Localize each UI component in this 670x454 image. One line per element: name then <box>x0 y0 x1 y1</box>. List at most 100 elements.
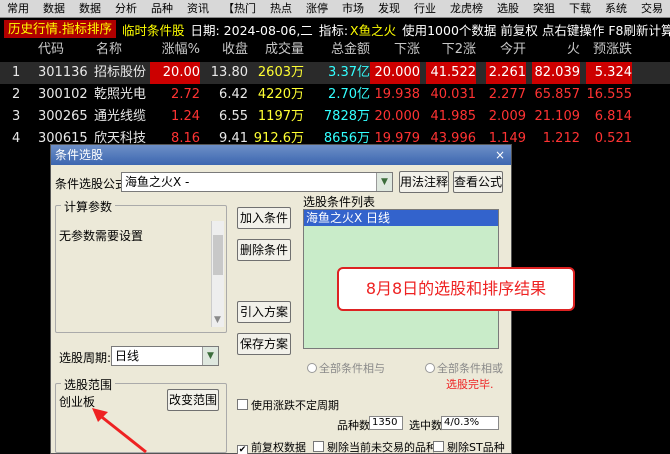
menu-item[interactable]: 数据 <box>72 0 108 17</box>
menu-item[interactable]: 常用 <box>0 0 36 17</box>
radio-and-icon[interactable] <box>307 363 317 373</box>
chevron-down-icon[interactable]: ▼ <box>202 347 218 365</box>
exclude-st-check-icon[interactable] <box>433 441 444 452</box>
import-scheme-button[interactable]: 引入方案 <box>237 301 291 323</box>
dialog-title: 条件选股 <box>55 148 104 162</box>
menu-item[interactable]: 下载 <box>562 0 598 17</box>
table-row[interactable]: 3 300265 通光线缆 1.24 6.55 1197万 7828万 20.000 41.98… <box>0 106 670 128</box>
menu-item[interactable]: 【热门 <box>216 0 263 17</box>
col-amt[interactable]: 总金额 <box>318 40 370 60</box>
cell-code: 300265 <box>38 109 88 124</box>
radio-or-icon[interactable] <box>425 363 435 373</box>
cell-chg: 2.72 <box>171 87 200 102</box>
col-name[interactable]: 名称 <box>96 40 122 60</box>
menu-item[interactable]: 品种 <box>144 0 180 17</box>
radio-or-label: 全部条件相或 <box>437 362 503 375</box>
table-row[interactable]: 1 301136 招标股份 20.00 13.80 2603万 3.37亿 20.000 41.… <box>0 62 670 84</box>
col-open[interactable]: 今开 <box>490 40 526 60</box>
col-d2[interactable]: 下2涨 <box>434 40 476 60</box>
menu-item[interactable]: 数据 <box>36 0 72 17</box>
fq-check-icon[interactable]: ✔ <box>237 445 248 454</box>
params-group-caption: 计算参数 <box>61 198 116 215</box>
menu-item[interactable]: 突狙 <box>526 0 562 17</box>
add-condition-button[interactable]: 加入条件 <box>237 207 291 229</box>
menu-item[interactable]: 系统 <box>598 0 634 17</box>
date-label: 日期: 2024-08-06,二 <box>190 22 313 38</box>
exclude-untraded-checkbox[interactable]: 剔除当前未交易的品种 <box>313 439 437 454</box>
dialog-title-bar[interactable]: 条件选股 × <box>51 145 511 165</box>
menu-item[interactable]: 发现 <box>371 0 407 17</box>
col-fire[interactable]: 火 <box>556 40 580 60</box>
menu-item[interactable]: 涨停 <box>299 0 335 17</box>
cell-d1: 20.000 <box>374 109 421 124</box>
history-sort-badge[interactable]: 历史行情.指标排序 <box>4 20 116 38</box>
formula-select[interactable]: 海鱼之火X - ▼ <box>121 172 393 192</box>
view-formula-button[interactable]: 查看公式 <box>453 171 503 193</box>
cell-name: 通光线缆 <box>94 109 147 124</box>
close-icon[interactable]: × <box>495 147 505 163</box>
exclude-untraded-check-icon[interactable] <box>313 441 324 452</box>
menu-item[interactable]: 选股 <box>490 0 526 17</box>
change-range-button[interactable]: 改变范围 <box>167 389 219 411</box>
chevron-down-icon[interactable]: ▼ <box>376 173 392 191</box>
cell-d2: 41.522 <box>426 62 476 84</box>
table-header: 代码 名称 涨幅% 收盘 成交量 总金额 下涨 下2涨 今开 火 预涨跌 <box>0 40 670 60</box>
period-select[interactable]: 日线 ▼ <box>111 346 219 366</box>
fq-label: 前复权数据 <box>251 441 306 454</box>
radio-and[interactable]: 全部条件相与 <box>307 360 385 376</box>
col-pred[interactable]: 预涨跌 <box>590 40 632 60</box>
exclude-st-label: 剔除ST品种 <box>447 441 505 454</box>
col-vol[interactable]: 成交量 <box>252 40 304 60</box>
scroll-down-icon[interactable]: ▼ <box>214 315 221 325</box>
condition-list-item[interactable]: 海鱼之火X 日线 <box>304 210 498 226</box>
cell-d2: 40.031 <box>430 87 477 102</box>
cell-pred: 16.555 <box>586 87 633 102</box>
delete-condition-button[interactable]: 删除条件 <box>237 239 291 261</box>
menu-item[interactable]: 交易 <box>634 0 670 17</box>
cell-vol: 2603万 <box>257 65 304 80</box>
cell-d1: 20.000 <box>370 62 420 84</box>
menu-item[interactable]: 分析 <box>108 0 144 17</box>
count-label: 品种数 <box>337 419 370 432</box>
col-d1[interactable]: 下涨 <box>380 40 420 60</box>
exclude-st-checkbox[interactable]: 剔除ST品种 <box>433 439 505 454</box>
selected-value: 4/0.3% <box>441 416 499 430</box>
cell-vol: 1197万 <box>257 109 304 124</box>
cell-close: 13.80 <box>210 65 248 80</box>
cell-name: 乾照光电 <box>94 87 147 102</box>
col-close[interactable]: 收盘 <box>208 40 248 60</box>
params-text: 无参数需要设置 <box>59 229 144 243</box>
menu-item[interactable]: 行业 <box>407 0 443 17</box>
col-chg[interactable]: 涨幅% <box>150 40 200 60</box>
cell-close: 6.55 <box>219 109 248 124</box>
params-scrollbar[interactable]: ▼ <box>211 221 224 327</box>
params-scroll-thumb[interactable] <box>213 235 223 275</box>
use-period-check-icon[interactable] <box>237 399 248 410</box>
formula-value: 海鱼之火X - <box>125 175 190 189</box>
cell-pred: 0.521 <box>594 131 632 146</box>
cell-chg: 20.00 <box>150 62 200 84</box>
cell-d2: 41.985 <box>430 109 477 124</box>
use-period-checkbox[interactable]: 使用涨跌不定周期 <box>237 397 339 413</box>
period-value: 日线 <box>115 349 140 363</box>
menu-item[interactable]: 龙虎榜 <box>443 0 490 17</box>
cell-idx: 1 <box>12 65 21 80</box>
cell-fire: 65.857 <box>534 87 581 102</box>
table-row[interactable]: 2 300102 乾照光电 2.72 6.42 4220万 2.70亿 19.938 40.03… <box>0 84 670 106</box>
col-code[interactable]: 代码 <box>38 40 64 60</box>
annotation-arrow-icon <box>92 408 147 454</box>
cell-pred: 5.324 <box>586 62 632 84</box>
menu-item[interactable]: 资讯 <box>180 0 216 17</box>
usage-notes-button[interactable]: 用法注释 <box>399 171 449 193</box>
radio-or[interactable]: 全部条件相或 <box>425 360 503 376</box>
condition-list-label: 选股条件列表 <box>303 195 376 209</box>
fq-checkbox[interactable]: ✔ 前复权数据 <box>237 439 306 454</box>
menu-item[interactable]: 热点 <box>263 0 299 17</box>
cell-close: 6.42 <box>219 87 248 102</box>
exclude-untraded-label: 剔除当前未交易的品种 <box>327 441 437 454</box>
save-scheme-button[interactable]: 保存方案 <box>237 333 291 355</box>
menu-item[interactable]: 市场 <box>335 0 371 17</box>
cell-idx: 2 <box>12 87 21 102</box>
info-bar: 历史行情.指标排序 临时条件股 日期: 2024-08-06,二 指标: X鱼之… <box>0 19 670 39</box>
top-menu-bar: 常用 数据 数据 分析 品种 资讯 【热门 热点 涨停 市场 发现 行业 龙虎榜 选股 突狙 下载 系统 交易 <box>0 0 670 18</box>
